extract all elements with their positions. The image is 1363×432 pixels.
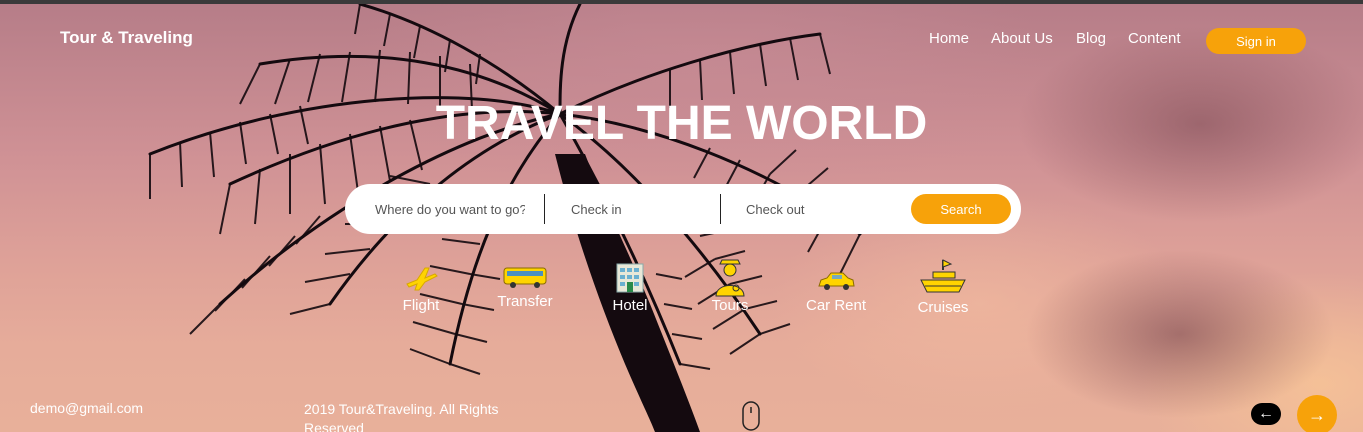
search-button[interactable]: Search: [911, 194, 1011, 224]
hero-section: Tour & Traveling Home About Us Blog Cont…: [0, 4, 1363, 432]
hero-headline: TRAVEL THE WORLD: [435, 97, 928, 150]
destination-input[interactable]: Where do you want to go?: [375, 195, 525, 223]
nav-content[interactable]: Content: [1128, 30, 1181, 47]
nav-blog[interactable]: Blog: [1076, 30, 1106, 47]
category-label: Flight: [402, 297, 440, 314]
nav-home[interactable]: Home: [929, 30, 969, 47]
sign-in-button[interactable]: Sign in: [1206, 28, 1306, 54]
airplane-icon: [406, 267, 438, 291]
car-icon: [818, 272, 855, 290]
search-divider: [544, 194, 545, 224]
nav-about-us[interactable]: About Us: [991, 30, 1053, 47]
category-label: Car Rent: [805, 297, 867, 314]
top-border: [0, 0, 1363, 4]
category-transfer[interactable]: Transfer: [480, 262, 570, 310]
footer-email[interactable]: demo@gmail.com: [30, 400, 143, 416]
tour-guide-icon: [715, 259, 745, 297]
bus-icon: [503, 267, 547, 288]
check-in-input[interactable]: Check in: [571, 195, 721, 223]
search-divider: [720, 194, 721, 224]
arrow-left-icon: ←: [1258, 405, 1274, 422]
category-hotel[interactable]: Hotel: [585, 262, 675, 314]
brand-logo[interactable]: Tour & Traveling: [60, 28, 193, 48]
mouse-scroll-icon[interactable]: [741, 401, 761, 431]
category-label: Cruises: [917, 299, 969, 316]
category-flight[interactable]: Flight: [376, 262, 466, 314]
category-label: Transfer: [497, 293, 553, 310]
hotel-icon: [616, 263, 644, 293]
footer-copyright: 2019 Tour&Traveling. All Rights Reserved: [304, 401, 499, 432]
category-cruises[interactable]: Cruises: [898, 259, 988, 316]
next-slide-button[interactable]: →: [1297, 395, 1337, 432]
prev-slide-button[interactable]: ←: [1251, 403, 1281, 425]
search-bar: Where do you want to go? Check in Check …: [345, 184, 1021, 234]
category-car-rent[interactable]: Car Rent: [791, 262, 881, 314]
category-label: Hotel: [612, 297, 648, 314]
arrow-right-icon: →: [1308, 404, 1326, 425]
category-tours[interactable]: Tours: [685, 259, 775, 314]
ship-icon: [920, 259, 966, 293]
category-label: Tours: [711, 297, 749, 314]
check-out-input[interactable]: Check out: [746, 195, 896, 223]
